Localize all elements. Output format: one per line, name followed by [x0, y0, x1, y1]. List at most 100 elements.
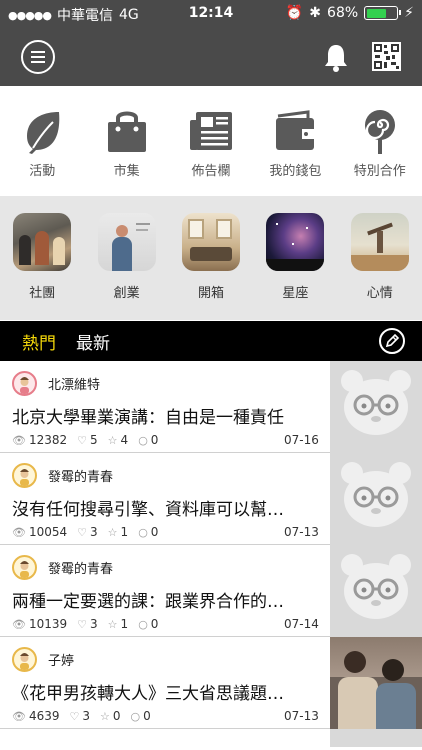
star-count: 0 — [112, 709, 121, 723]
shopping-bag-icon — [107, 111, 146, 152]
battery-percent: 68% — [327, 5, 359, 21]
post-thumbnail — [330, 545, 422, 637]
eye-icon: 👁 — [12, 525, 26, 539]
topic-label: 社團 — [29, 286, 56, 301]
star-icon: ☆ — [107, 525, 118, 539]
battery-icon — [364, 6, 402, 20]
view-count: 4639 — [28, 709, 60, 723]
topic-clubs[interactable]: 社團 — [0, 196, 84, 320]
author-avatar[interactable] — [12, 555, 37, 580]
post-title[interactable]: 《花甲男孩轉大人》三大省思議題… — [12, 679, 322, 704]
post-title[interactable]: 沒有任何搜尋引擎、資料庫可以幫… — [12, 495, 322, 520]
post-stats: 👁 10054 ♡ 3 ☆ 1 ○ 0 — [12, 525, 158, 539]
post-stats: 👁 10139 ♡ 3 ☆ 1 ○ 0 — [12, 617, 158, 631]
like-count: 3 — [82, 709, 91, 723]
heart-icon: ♡ — [77, 617, 88, 631]
tab-hot[interactable]: 熱門 — [22, 329, 56, 354]
eye-icon: 👁 — [12, 617, 26, 631]
post-thumbnail — [330, 729, 422, 747]
comment-count: 0 — [143, 709, 151, 723]
pencil-icon[interactable] — [379, 328, 405, 354]
category-market[interactable]: 市集 — [84, 100, 168, 195]
like-count: 3 — [90, 617, 98, 631]
topic-unboxing[interactable]: 開箱 — [169, 196, 253, 320]
category-label: 佈告欄 — [191, 164, 231, 179]
bell-icon[interactable] — [322, 42, 350, 72]
qr-code-icon[interactable] — [372, 42, 401, 71]
post-item[interactable]: 發霉的青春兩種一定要選的課：跟業界合作的… 👁 10139 ♡ 3 ☆ 1 ○ 0 07-14 — [0, 545, 422, 637]
post-thumbnail — [330, 637, 422, 729]
author-avatar[interactable] — [12, 647, 37, 672]
heart-icon: ♡ — [77, 525, 88, 539]
charging-icon: ⚡ — [404, 5, 414, 21]
post-thumbnail — [330, 453, 422, 545]
menu-icon[interactable] — [21, 40, 55, 74]
topic-label: 星座 — [282, 286, 309, 301]
star-icon: ☆ — [107, 617, 118, 631]
topic-label: 創業 — [113, 286, 140, 301]
lollipop-icon — [364, 110, 395, 154]
post-title[interactable]: 兩種一定要選的課：跟業界合作的… — [12, 587, 322, 612]
view-count: 12382 — [28, 433, 68, 447]
post-date: 07-14 — [284, 617, 319, 631]
comment-icon: ○ — [138, 525, 148, 539]
post-date: 07-16 — [284, 433, 319, 447]
topic-image — [181, 213, 240, 271]
author-name[interactable]: 北漂維特 — [48, 374, 100, 393]
heart-icon: ♡ — [69, 709, 80, 723]
eye-icon: 👁 — [12, 709, 26, 723]
comment-count: 0 — [150, 433, 159, 447]
comment-icon: ○ — [138, 617, 148, 631]
post-item[interactable]: 北漂維特 北京大學畢業演講：自由是一種責任 👁 12382 ♡ 5 ☆ 4 ○ 0 07-16 — [0, 361, 422, 453]
app-header — [0, 28, 422, 86]
topic-image — [350, 213, 409, 271]
tab-latest[interactable]: 最新 — [76, 329, 110, 354]
topic-label: 心情 — [366, 286, 393, 301]
post-stats: 👁 12382 ♡ 5 ☆ 4 ○ 0 — [12, 433, 158, 447]
heart-icon: ♡ — [77, 433, 88, 447]
category-label: 市集 — [113, 164, 140, 179]
post-stats: 👁 4639 ♡ 3 ☆ 0 ○ 0 — [12, 709, 151, 723]
author-name[interactable]: 發霉的青春 — [48, 466, 113, 485]
comment-count: 0 — [150, 525, 159, 539]
category-wallet[interactable]: 我的錢包 — [253, 100, 337, 195]
topic-image — [13, 213, 72, 271]
post-title[interactable]: 北京大學畢業演講：自由是一種責任 — [12, 403, 322, 428]
post-date: 07-13 — [284, 525, 319, 539]
feed-tabs: 熱門 最新 — [0, 321, 422, 361]
post-thumbnail — [330, 361, 422, 453]
topic-startup[interactable]: 創業 — [84, 196, 168, 320]
topic-label: 開箱 — [197, 286, 224, 301]
star-count: 1 — [120, 525, 129, 539]
category-label: 特別合作 — [353, 164, 406, 179]
star-icon: ☆ — [107, 433, 118, 447]
category-activities[interactable]: 活動 — [0, 100, 84, 195]
star-icon: ☆ — [100, 709, 110, 723]
topic-image — [266, 213, 325, 271]
post-date: 07-13 — [284, 709, 319, 723]
topic-horoscope[interactable]: 星座 — [253, 196, 337, 320]
category-row: 活動 市集 佈告欄 我的錢包 特別合作 — [0, 100, 422, 195]
view-count: 10139 — [28, 617, 68, 631]
comment-count: 0 — [150, 617, 159, 631]
topic-image — [97, 213, 156, 271]
author-avatar[interactable] — [12, 371, 37, 396]
wallet-icon — [276, 110, 315, 150]
post-item-partial[interactable] — [0, 729, 422, 747]
comment-icon: ○ — [130, 709, 141, 723]
category-bulletin[interactable]: 佈告欄 — [169, 100, 253, 195]
category-partnership[interactable]: 特別合作 — [338, 100, 422, 195]
star-count: 4 — [120, 433, 129, 447]
author-avatar[interactable] — [12, 463, 37, 488]
post-item[interactable]: 子婷 《花甲男孩轉大人》三大省思議題… 👁 4639 ♡ 3 ☆ 0 ○ 0 07-13 — [0, 637, 422, 729]
star-count: 1 — [120, 617, 129, 631]
topic-strip: 社團 創業 開箱 星座 心情 — [0, 196, 422, 320]
post-item[interactable]: 發霉的青春 沒有任何搜尋引擎、資料庫可以幫… 👁 10054 ♡ 3 ☆ 1 ○ 0 07-13 — [0, 453, 422, 545]
author-name[interactable]: 發霉的青春 — [48, 558, 113, 577]
comment-icon: ○ — [138, 433, 148, 447]
bluetooth-icon: ✱ — [309, 5, 322, 21]
topic-mood[interactable]: 心情 — [338, 196, 422, 320]
author-name[interactable]: 子婷 — [48, 650, 74, 669]
alarm-icon: ⏰ — [285, 5, 304, 21]
category-label: 我的錢包 — [269, 164, 322, 179]
